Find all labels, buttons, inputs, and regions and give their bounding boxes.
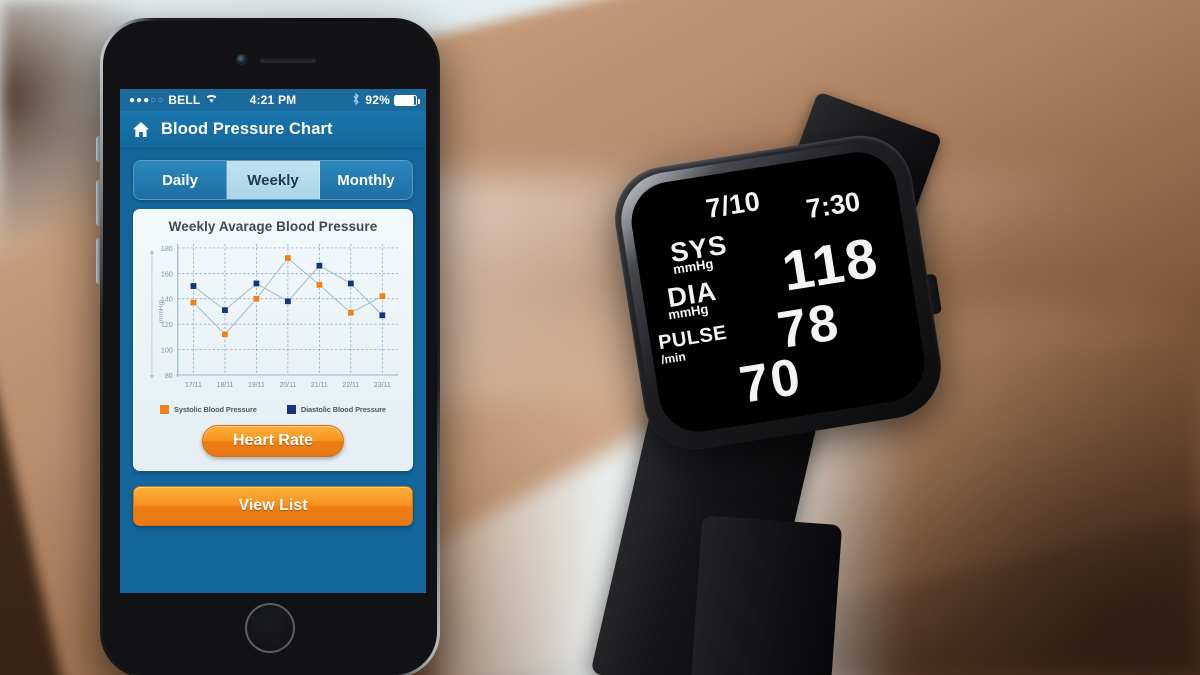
svg-text:18/11: 18/11 — [217, 382, 234, 389]
front-camera-icon — [237, 55, 246, 64]
earpiece-speaker — [260, 58, 316, 63]
tab-daily[interactable]: Daily — [134, 161, 227, 199]
navigation-bar: Blood Pressure Chart — [120, 111, 426, 149]
period-selector: Daily Weekly Monthly — [120, 149, 426, 209]
home-button[interactable] — [245, 603, 295, 653]
watch-display[interactable]: 7/10 7:30 SYS mmHg 118 DIA mmHg 78 PULSE… — [625, 146, 931, 438]
home-icon-svg — [133, 122, 149, 137]
status-bar: ●●●○○ BELL 4:21 PM 92% — [120, 89, 426, 111]
legend-swatch-systolic — [160, 404, 170, 414]
svg-text:21/11: 21/11 — [311, 382, 328, 389]
svg-text:17/11: 17/11 — [185, 382, 202, 389]
watch-pulse-value: 70 — [735, 347, 806, 415]
signal-strength-icon: ●●●○○ — [129, 94, 165, 106]
watch-strap-lower-end — [687, 515, 843, 675]
svg-text:23/11: 23/11 — [374, 382, 391, 389]
svg-text:19/11: 19/11 — [248, 382, 265, 389]
carrier-label: BELL — [168, 93, 201, 107]
legend-item-diastolic: Diastolic Blood Pressure — [286, 404, 386, 414]
volume-down-button[interactable] — [96, 238, 100, 284]
svg-text:80: 80 — [165, 372, 173, 380]
chart-card: Weekly Avarage Blood Pressure 80 100 120 14… — [133, 209, 413, 471]
smartphone: ●●●○○ BELL 4:21 PM 92% Blood Pressure Ch… — [96, 18, 440, 675]
watch-time: 7:30 — [804, 186, 863, 225]
chart-legend: Systolic Blood Pressure Diastolic Blood … — [142, 404, 404, 414]
svg-text:(mmHg): (mmHg) — [158, 300, 165, 324]
watch-date: 7/10 — [703, 185, 763, 225]
smartwatch: 7/10 7:30 SYS mmHg 118 DIA mmHg 78 PULSE… — [590, 91, 1030, 675]
chart-title: Weekly Avarage Blood Pressure — [168, 219, 378, 234]
watch-pulse-label: PULSE — [656, 321, 729, 355]
heart-rate-button[interactable]: Heart Rate — [202, 424, 344, 457]
battery-icon — [394, 94, 420, 106]
svg-text:160: 160 — [161, 270, 173, 278]
legend-label-diastolic: Diastolic Blood Pressure — [300, 404, 386, 414]
volume-up-button[interactable] — [96, 180, 100, 226]
battery-percent-label: 92% — [365, 93, 390, 107]
clock-label: 4:21 PM — [249, 93, 297, 107]
view-list-button[interactable]: View List — [133, 485, 413, 526]
blood-pressure-chart[interactable]: 8010012014016018017/11 18/11 19/11 20/11 21/… — [142, 240, 404, 401]
tab-weekly[interactable]: Weekly — [227, 161, 320, 199]
legend-label-systolic: Systolic Blood Pressure — [174, 404, 257, 414]
tab-monthly[interactable]: Monthly — [320, 161, 412, 199]
bluetooth-icon — [352, 92, 360, 108]
bluetooth-icon-svg — [353, 92, 360, 105]
wifi-icon-svg — [206, 94, 217, 103]
legend-item-systolic: Systolic Blood Pressure — [160, 404, 257, 414]
svg-text:180: 180 — [161, 245, 173, 253]
svg-text:100: 100 — [161, 347, 173, 355]
legend-swatch-diastolic — [286, 404, 296, 414]
app-screen: ●●●○○ BELL 4:21 PM 92% Blood Pressure Ch… — [120, 89, 426, 593]
page-title: Blood Pressure Chart — [161, 120, 333, 138]
silent-switch[interactable] — [96, 136, 100, 162]
svg-text:20/11: 20/11 — [279, 382, 296, 389]
wifi-icon — [205, 93, 218, 107]
watch-pulse-unit: /min — [660, 349, 687, 368]
svg-text:22/11: 22/11 — [342, 382, 359, 389]
home-icon[interactable] — [132, 121, 150, 138]
